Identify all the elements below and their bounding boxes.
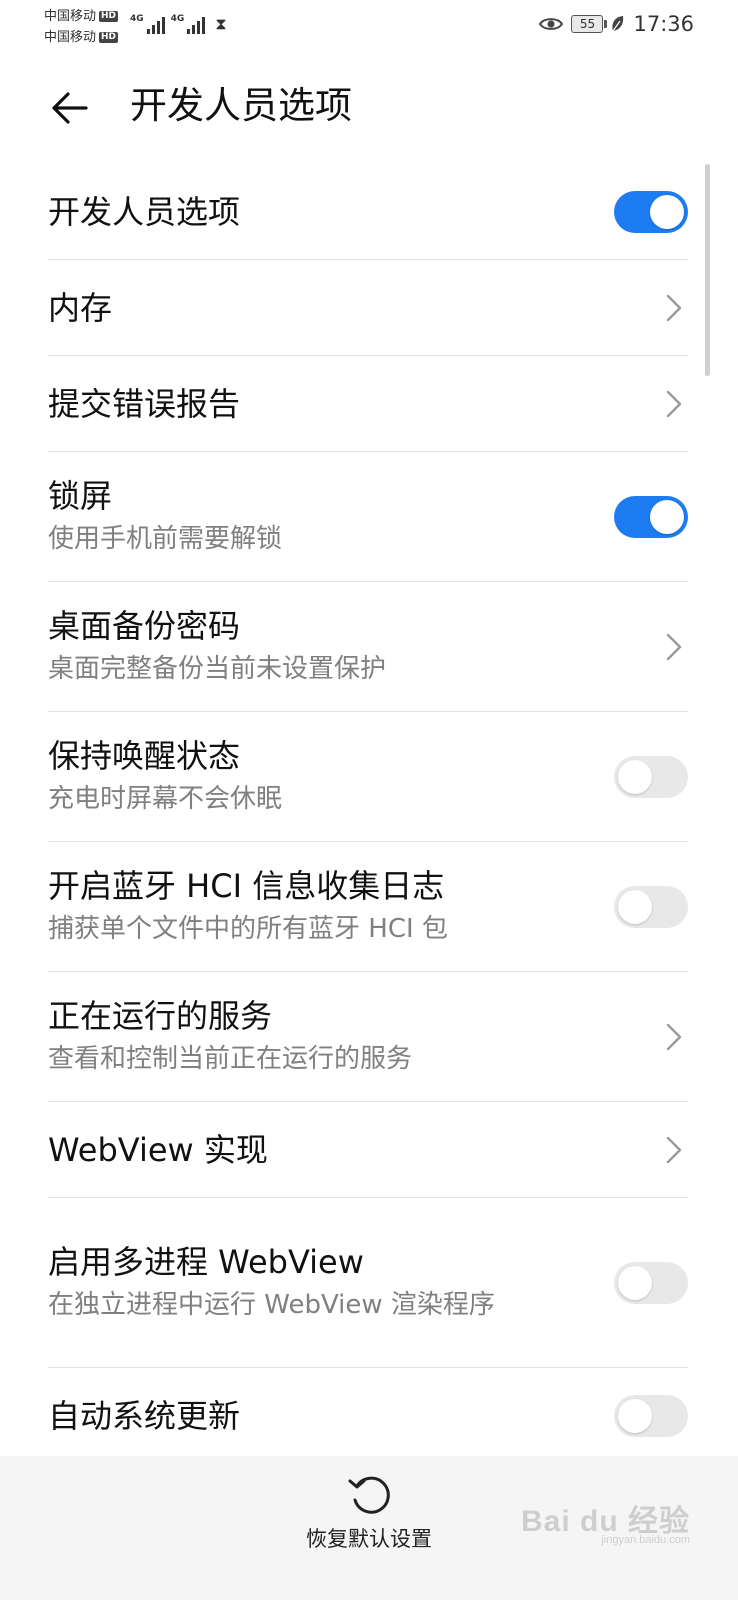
- signal-icon: 4G: [130, 14, 165, 34]
- watermark-url: jingyan.baidu.com: [601, 1534, 690, 1546]
- auto-system-update-toggle[interactable]: [614, 1395, 688, 1437]
- chevron-right-icon: [666, 633, 682, 661]
- carrier-name-2: 中国移动: [44, 30, 97, 45]
- setting-title: 正在运行的服务: [48, 996, 273, 1035]
- settings-list: 开发人员选项 内存 提交错误报告 锁屏 使用手机前需要解锁 桌面备份密码 桌面完…: [48, 164, 688, 1464]
- lock-screen-toggle[interactable]: [614, 495, 688, 538]
- status-right: 55 17:36: [539, 12, 694, 36]
- setting-subtitle: 查看和控制当前正在运行的服务: [48, 1043, 413, 1074]
- chevron-right-icon: [666, 1136, 682, 1164]
- carrier-info: 中国移动 HD 中国移动 HD: [44, 6, 119, 48]
- battery-icon: 55: [571, 15, 608, 33]
- setting-subtitle: 充电时屏幕不会休眠: [48, 783, 283, 814]
- setting-lock-screen[interactable]: 锁屏 使用手机前需要解锁: [48, 452, 688, 582]
- page-title: 开发人员选项: [130, 84, 352, 127]
- setting-subtitle: 在独立进程中运行 WebView 渲染程序: [48, 1289, 495, 1320]
- restore-defaults-label: 恢复默认设置: [306, 1527, 432, 1551]
- chevron-right-icon: [666, 294, 682, 322]
- setting-stay-awake[interactable]: 保持唤醒状态 充电时屏幕不会休眠: [48, 712, 688, 842]
- chevron-right-icon: [666, 390, 682, 418]
- hd-badge-2: HD: [99, 32, 119, 43]
- setting-title: 开发人员选项: [48, 192, 241, 231]
- hourglass-icon: ⧗: [215, 14, 227, 33]
- restore-defaults-button[interactable]: 恢复默认设置: [289, 1470, 449, 1594]
- setting-auto-system-update[interactable]: 自动系统更新: [48, 1368, 688, 1464]
- setting-title: 开启蓝牙 HCI 信息收集日志: [48, 866, 445, 905]
- setting-running-services[interactable]: 正在运行的服务 查看和控制当前正在运行的服务: [48, 972, 688, 1102]
- stay-awake-toggle[interactable]: [614, 755, 688, 798]
- setting-subtitle: 桌面完整备份当前未设置保护: [48, 653, 387, 684]
- carrier-name-1: 中国移动: [44, 9, 97, 24]
- setting-webview-implementation[interactable]: WebView 实现: [48, 1102, 688, 1198]
- baidu-watermark: Bai du 经验 jingyan.baidu.com: [521, 1496, 690, 1546]
- arrow-left-icon[interactable]: [48, 86, 92, 130]
- bluetooth-hci-log-toggle[interactable]: [614, 885, 688, 928]
- setting-desktop-backup-password[interactable]: 桌面备份密码 桌面完整备份当前未设置保护: [48, 582, 688, 712]
- setting-memory[interactable]: 内存: [48, 260, 688, 356]
- network-type-1: 4G: [130, 14, 144, 24]
- status-bar: 中国移动 HD 中国移动 HD 4G 4G ⧗ 55 17:36: [0, 0, 738, 52]
- setting-title: 提交错误报告: [48, 384, 241, 423]
- leaf-icon: [611, 15, 625, 33]
- setting-developer-options[interactable]: 开发人员选项: [48, 164, 688, 260]
- hd-badge-1: HD: [99, 11, 119, 22]
- app-header: 开发人员选项: [0, 60, 738, 156]
- setting-title: 内存: [48, 288, 113, 327]
- scrollbar[interactable]: [705, 164, 710, 376]
- setting-title: 启用多进程 WebView: [48, 1242, 364, 1281]
- setting-title: 桌面备份密码: [48, 606, 241, 645]
- network-type-2: 4G: [170, 14, 185, 24]
- setting-title: 自动系统更新: [48, 1397, 241, 1435]
- eye-icon: [539, 16, 564, 32]
- clock: 17:36: [633, 12, 694, 36]
- setting-subtitle: 捕获单个文件中的所有蓝牙 HCI 包: [48, 913, 448, 944]
- signal-icon: 4G: [171, 14, 206, 34]
- developer-options-toggle[interactable]: [614, 190, 688, 233]
- setting-multiprocess-webview[interactable]: 启用多进程 WebView 在独立进程中运行 WebView 渲染程序: [48, 1198, 688, 1368]
- setting-bug-report[interactable]: 提交错误报告: [48, 356, 688, 452]
- setting-bluetooth-hci-log[interactable]: 开启蓝牙 HCI 信息收集日志 捕获单个文件中的所有蓝牙 HCI 包: [48, 842, 688, 972]
- setting-title: WebView 实现: [48, 1130, 268, 1169]
- setting-title: 锁屏: [48, 476, 113, 515]
- setting-subtitle: 使用手机前需要解锁: [48, 523, 283, 554]
- signal-indicators: 4G 4G ⧗: [130, 14, 227, 34]
- reset-icon: [345, 1470, 393, 1518]
- setting-title: 保持唤醒状态: [48, 736, 241, 775]
- multiprocess-webview-toggle[interactable]: [614, 1261, 688, 1304]
- chevron-right-icon: [666, 1023, 682, 1051]
